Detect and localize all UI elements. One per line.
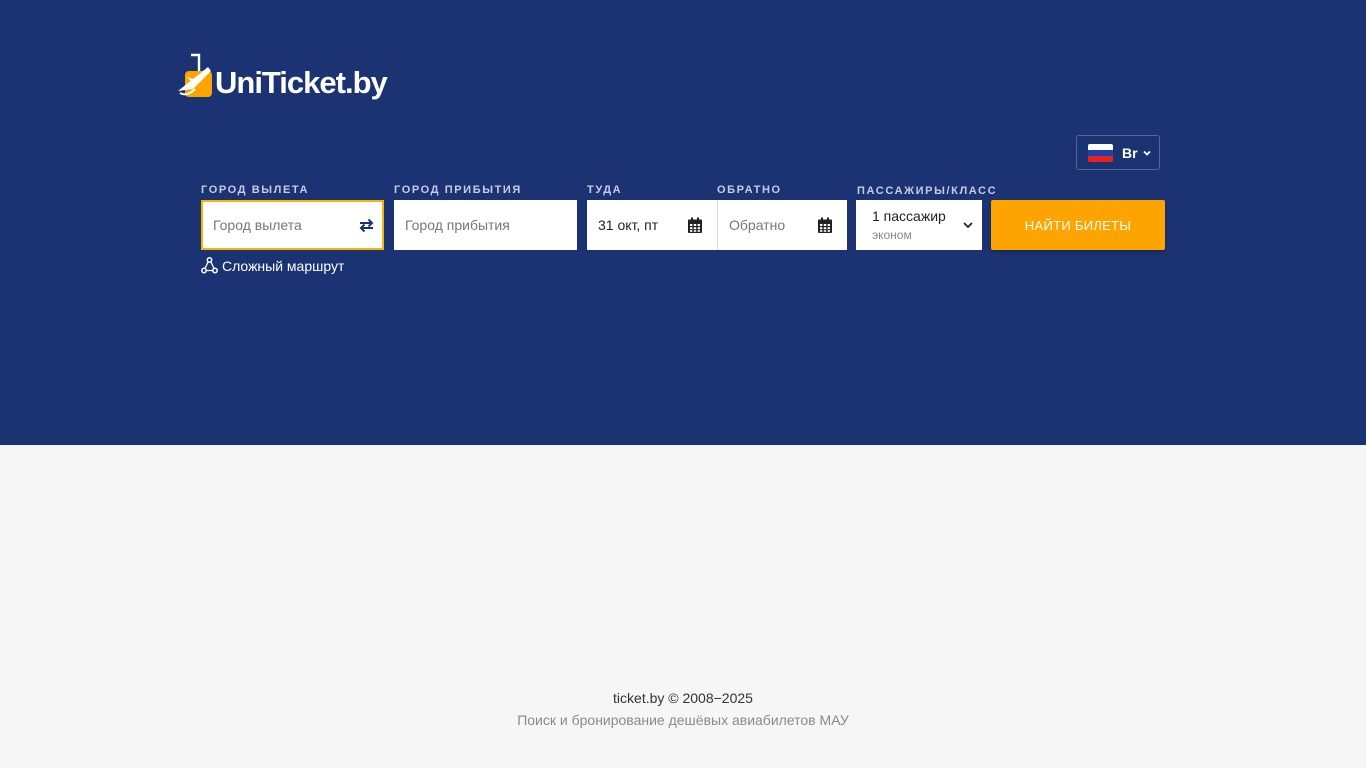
to-field [394,200,577,250]
calendar-icon [688,217,702,233]
complex-route-label: Сложный маршрут [222,257,345,274]
currency-selector[interactable]: Br [1076,135,1160,170]
passenger-count: 1 пассажир [872,208,946,224]
route-icon [201,257,218,274]
cabin-class: эконом [872,228,912,242]
depart-date-field[interactable]: 31 окт, пт [587,200,717,250]
from-label: ГОРОД ВЫЛЕТА [201,184,310,196]
footer-copyright: ticket.by © 2008−2025 [613,690,753,706]
return-date-field[interactable]: Обратно [717,200,847,250]
to-label: ГОРОД ПРИБЫТИЯ [394,184,522,196]
return-date-placeholder: Обратно [729,217,786,233]
depart-date-value: 31 окт, пт [598,217,659,233]
find-tickets-button[interactable]: НАЙТИ БИЛЕТЫ [991,200,1165,250]
chevron-down-icon [963,222,973,229]
to-city-input[interactable] [394,200,577,250]
from-field [201,200,384,250]
logo-text: UniTicket.by [215,65,388,100]
site-logo[interactable]: UniTicket.by [177,50,388,102]
footer-tagline: Поиск и бронирование дешёвых авиабилетов… [517,712,849,728]
passengers-label: ПАССАЖИРЫ/КЛАСС [857,185,998,197]
from-city-input[interactable] [203,202,382,248]
complex-route-link[interactable]: Сложный маршрут [201,257,344,274]
passengers-class-selector[interactable]: 1 пассажир эконом [856,200,982,250]
russia-flag-icon [1088,143,1113,162]
currency-label: Br [1122,144,1138,161]
return-label: ОБРАТНО [717,184,782,196]
plane-logo-icon [178,53,212,97]
swap-arrows-icon[interactable] [358,217,375,234]
calendar-icon [818,217,832,233]
chevron-down-icon [1142,150,1151,156]
depart-label: ТУДА [587,184,623,196]
hero-section: UniTicket.by Br ГОРОД ВЫЛЕТА ГОРОД ПРИБЫ… [0,0,1366,445]
